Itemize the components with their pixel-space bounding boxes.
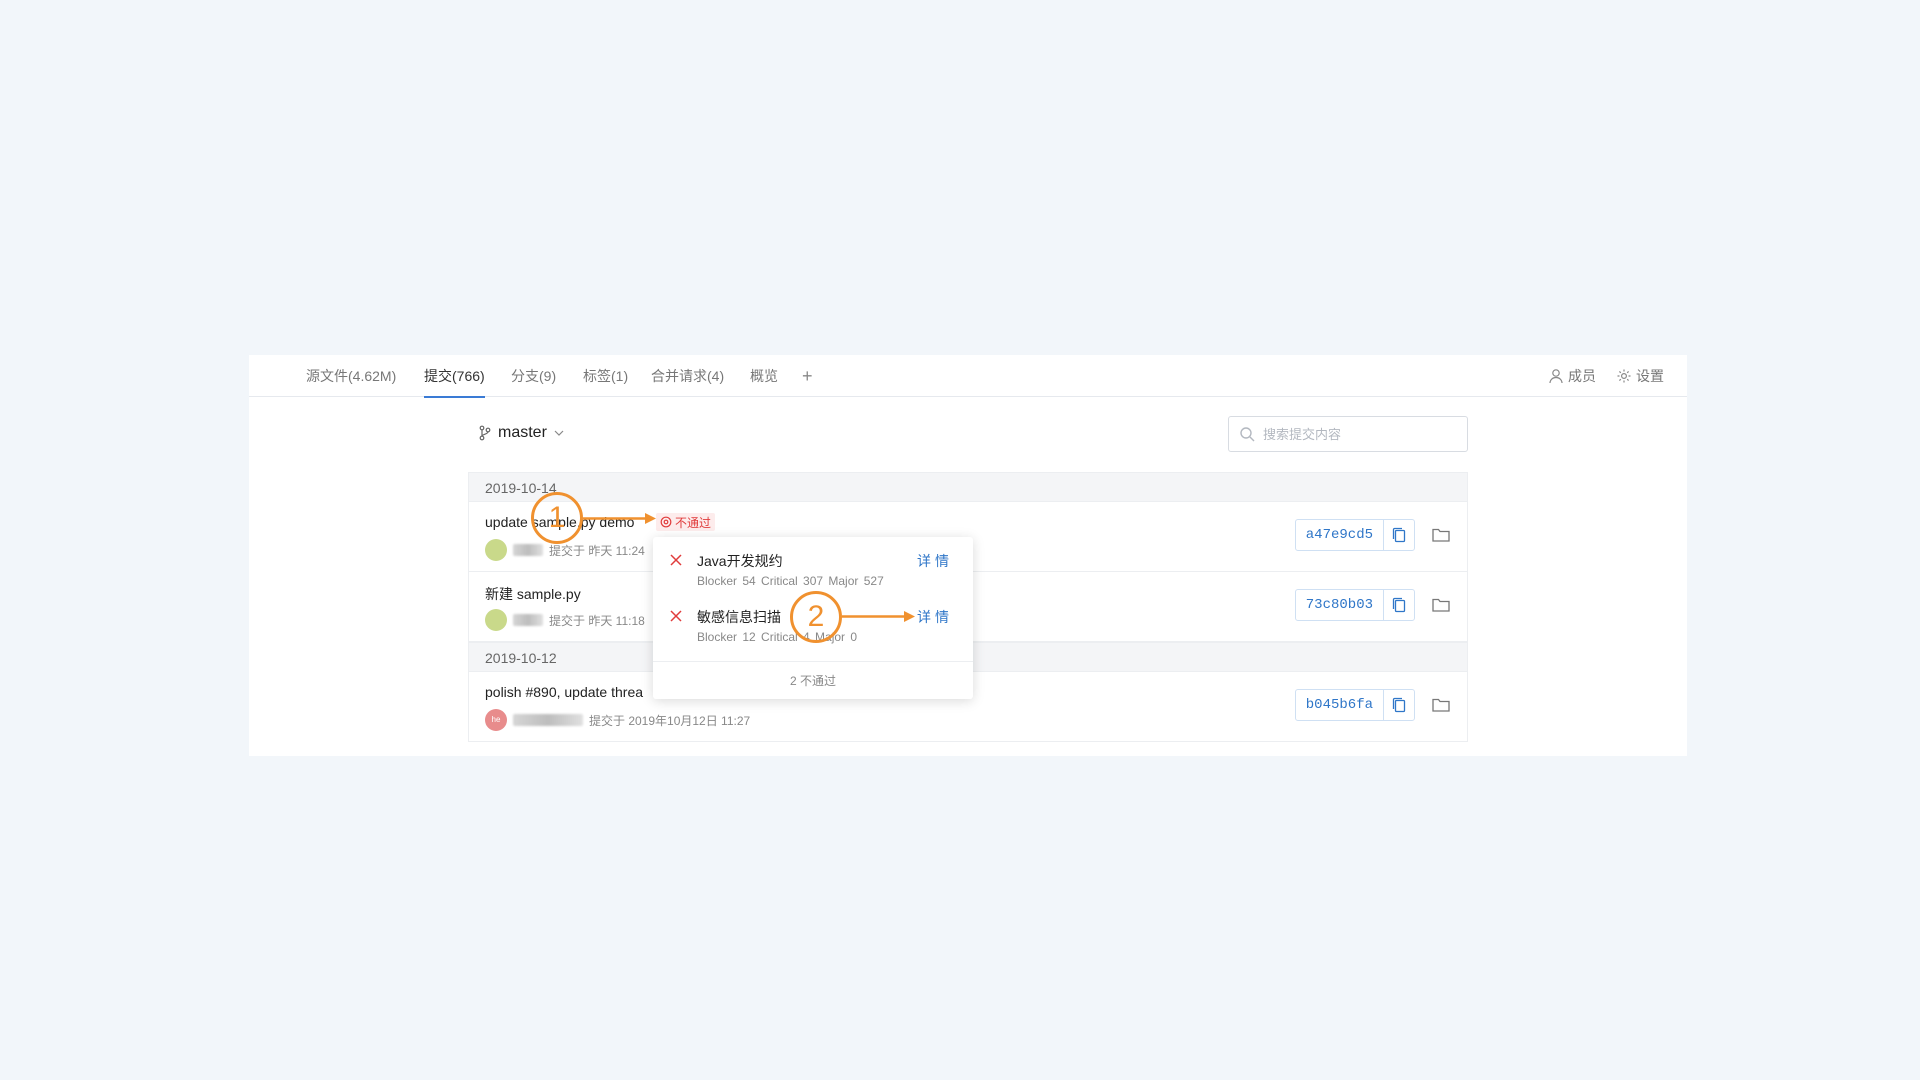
search-box[interactable] bbox=[1228, 416, 1468, 452]
fail-badge-label: 不通过 bbox=[675, 515, 712, 530]
commit-time: 提交于 昨天 11:18 bbox=[549, 613, 645, 628]
commit-title[interactable]: 新建 sample.py bbox=[485, 584, 581, 604]
commit-hash[interactable]: a47e9cd5 bbox=[1296, 520, 1384, 550]
copy-icon bbox=[1392, 527, 1406, 543]
author-name-redacted bbox=[513, 614, 543, 626]
browse-files-icon[interactable] bbox=[1431, 696, 1451, 714]
close-x-icon bbox=[670, 554, 682, 566]
user-icon bbox=[1549, 369, 1563, 384]
commit-time: 提交于 2019年10月12日 11:27 bbox=[589, 713, 751, 728]
branch-name: master bbox=[498, 424, 547, 441]
browse-files-icon[interactable] bbox=[1431, 596, 1451, 614]
avatar bbox=[485, 539, 507, 561]
add-tab-button[interactable]: + bbox=[802, 355, 813, 397]
members-label: 成员 bbox=[1568, 368, 1596, 384]
arrow-icon bbox=[583, 513, 656, 524]
check-stats: Blocker 54 Critical 307 Major 527 bbox=[697, 574, 884, 588]
date-header: 2019-10-14 bbox=[468, 472, 1468, 502]
tab-merge-requests[interactable]: 合并请求(4) bbox=[651, 355, 724, 397]
commit-hash[interactable]: 73c80b03 bbox=[1296, 590, 1384, 620]
tab-branches[interactable]: 分支(9) bbox=[511, 355, 556, 397]
tab-tags[interactable]: 标签(1) bbox=[583, 355, 628, 397]
commit-hash[interactable]: b045b6fa bbox=[1296, 690, 1384, 720]
branch-icon bbox=[479, 425, 491, 441]
chevron-down-icon bbox=[554, 430, 564, 436]
details-link[interactable]: 详情 bbox=[917, 607, 953, 627]
copy-icon bbox=[1392, 697, 1406, 713]
search-icon bbox=[1240, 427, 1255, 442]
commit-hash-box: 73c80b03 bbox=[1294, 589, 1415, 621]
commit-meta: 提交于 昨天 11:18 bbox=[485, 609, 645, 631]
commit-title[interactable]: polish #890, update threa bbox=[485, 684, 643, 700]
commit-hash-box: b045b6fa bbox=[1294, 689, 1415, 721]
avatar bbox=[485, 609, 507, 631]
copy-icon bbox=[1392, 597, 1406, 613]
copy-hash-button[interactable] bbox=[1384, 690, 1414, 720]
members-button[interactable]: 成员 bbox=[1548, 355, 1596, 397]
check-title: 敏感信息扫描 bbox=[697, 609, 781, 625]
check-fail-badge[interactable]: 不通过 bbox=[656, 513, 716, 531]
branch-selector[interactable]: master bbox=[478, 421, 565, 445]
author-name-redacted bbox=[513, 544, 543, 556]
callout-1: 1 bbox=[531, 492, 583, 544]
tab-overview[interactable]: 概览 bbox=[750, 355, 778, 397]
commit-time: 提交于 昨天 11:24 bbox=[549, 543, 645, 558]
copy-hash-button[interactable] bbox=[1384, 520, 1414, 550]
gear-icon bbox=[1617, 369, 1631, 383]
repo-tabs: 源文件(4.62M) 提交(766) 分支(9) 标签(1) 合并请求(4) 概… bbox=[249, 355, 1687, 398]
commit-hash-box: a47e9cd5 bbox=[1294, 519, 1415, 551]
tab-commits[interactable]: 提交(766) bbox=[424, 355, 485, 398]
tab-source-files[interactable]: 源文件(4.62M) bbox=[306, 355, 396, 397]
check-result-item: Java开发规约 Blocker 54 Critical 307 Major 5… bbox=[653, 543, 973, 593]
browse-files-icon[interactable] bbox=[1431, 526, 1451, 544]
check-summary: 2 不通过 bbox=[653, 661, 973, 699]
arrow-icon bbox=[842, 611, 915, 622]
settings-label: 设置 bbox=[1636, 368, 1664, 384]
check-title: Java开发规约 bbox=[697, 553, 783, 569]
fail-status-icon bbox=[660, 516, 672, 528]
commit-meta: he 提交于 2019年10月12日 11:27 bbox=[485, 709, 750, 731]
copy-hash-button[interactable] bbox=[1384, 590, 1414, 620]
author-name-redacted bbox=[513, 714, 583, 726]
settings-button[interactable]: 设置 bbox=[1616, 355, 1664, 397]
close-x-icon bbox=[670, 610, 682, 622]
avatar: he bbox=[485, 709, 507, 731]
callout-2: 2 bbox=[790, 591, 842, 643]
search-input[interactable] bbox=[1263, 426, 1453, 442]
details-link[interactable]: 详情 bbox=[917, 551, 953, 571]
